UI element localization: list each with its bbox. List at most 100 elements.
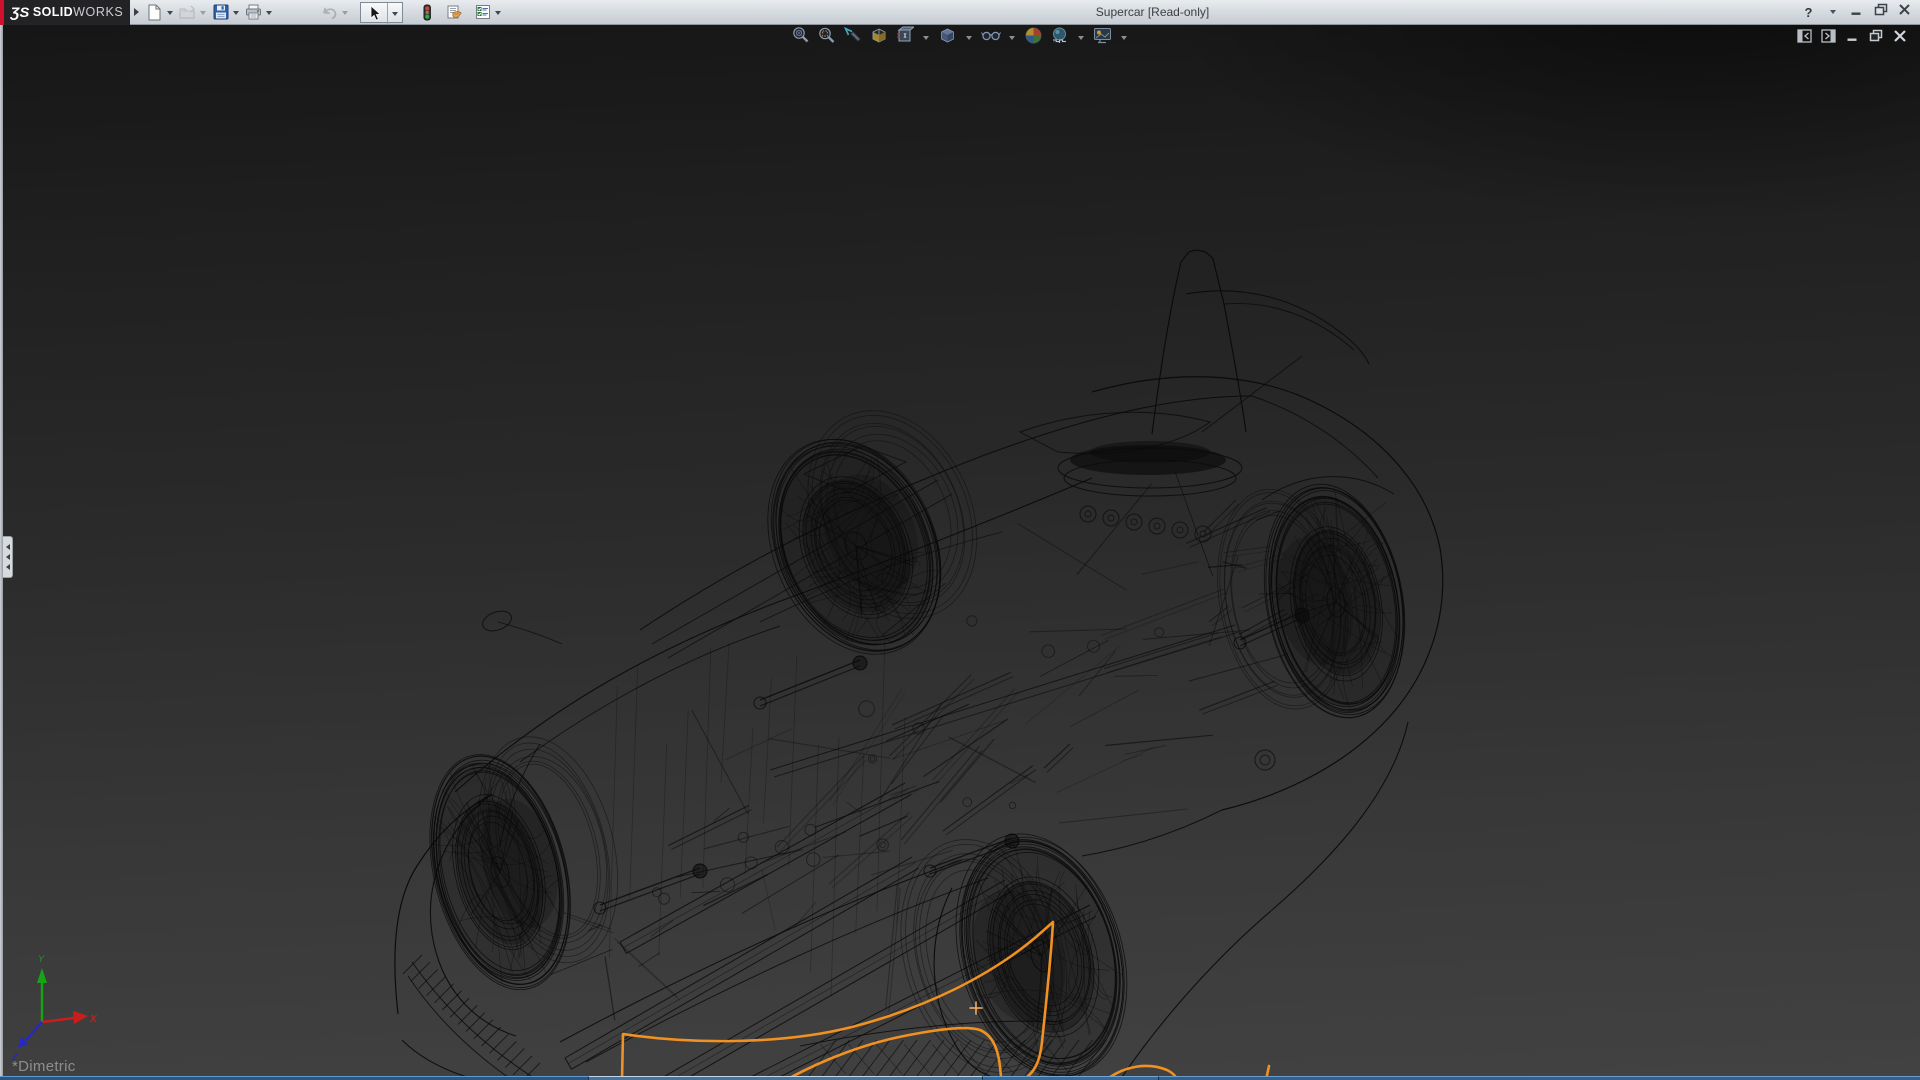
reference-triad: YXZ: [11, 954, 98, 1063]
select-arrow-icon: [367, 5, 382, 22]
apply-scene-dropdown[interactable]: [1076, 28, 1086, 47]
selected-sketch[interactable]: [622, 922, 1269, 1076]
menu-expand-arrow[interactable]: [130, 0, 143, 25]
previous-view-button[interactable]: [843, 28, 862, 47]
document-minimize-button[interactable]: [1844, 30, 1860, 46]
save-dropdown[interactable]: [230, 2, 242, 23]
dropdown-arrow-icon: [200, 11, 206, 18]
zoom-area-icon: [817, 26, 836, 50]
print-icon: [245, 4, 262, 20]
hide-show-icon: [981, 27, 1001, 49]
options-button[interactable]: [473, 2, 492, 23]
main-toolbar: [143, 0, 504, 25]
dropdown-arrow-icon: [392, 12, 398, 19]
svg-text:X: X: [89, 1014, 98, 1025]
open-folder-icon: [179, 5, 196, 20]
section-view-button[interactable]: [869, 28, 888, 47]
3ds-logo-icon: ƷS: [11, 4, 30, 20]
file-properties-button[interactable]: [445, 2, 464, 23]
document-pane-previous-button[interactable]: [1796, 30, 1812, 46]
options-icon: [475, 4, 491, 20]
print-dropdown[interactable]: [263, 2, 275, 23]
minimize-icon: [1846, 29, 1859, 47]
document-window-controls: [1796, 30, 1908, 46]
save-icon: [213, 4, 229, 20]
select-dropdown[interactable]: [387, 3, 402, 24]
view-settings-button[interactable]: [1093, 28, 1112, 47]
view-orientation-button[interactable]: [895, 28, 914, 47]
new-document-button[interactable]: [145, 2, 164, 23]
view-settings-dropdown[interactable]: [1119, 28, 1129, 47]
taskbar-segment[interactable]: [1158, 1076, 1920, 1080]
dropdown-arrow-icon: [266, 11, 272, 18]
pane-previous-icon: [1797, 29, 1812, 48]
document-pane-next-button[interactable]: [1820, 30, 1836, 46]
right-arrow-icon: [134, 8, 143, 16]
close-button[interactable]: [1897, 3, 1912, 21]
new-document-dropdown[interactable]: [164, 2, 176, 23]
print-button[interactable]: [244, 2, 263, 23]
document-restore-button[interactable]: [1868, 30, 1884, 46]
close-icon: [1898, 3, 1911, 21]
dropdown-arrow-icon: [1121, 36, 1127, 43]
wireframe-car-model[interactable]: [395, 250, 1443, 1076]
section-view-icon: [869, 26, 888, 50]
apply-scene-button[interactable]: [1050, 28, 1069, 47]
featuremanager-collapsed-tab[interactable]: [3, 536, 13, 578]
pane-next-icon: [1821, 29, 1836, 48]
left-arrow-icon: [3, 544, 10, 550]
open-document-dropdown[interactable]: [197, 2, 209, 23]
help-button[interactable]: ?: [1801, 3, 1816, 21]
brand-red-strip: [0, 0, 4, 25]
dropdown-arrow-icon: [966, 36, 972, 43]
minimize-icon: [1850, 3, 1863, 21]
edit-appearance-icon: [1024, 26, 1043, 50]
open-document-button[interactable]: [178, 2, 197, 23]
zoom-to-fit-button[interactable]: [791, 28, 810, 47]
document-title: Supercar [Read-only]: [504, 5, 1801, 19]
undo-dropdown[interactable]: [339, 2, 351, 23]
hide-show-items-button[interactable]: [981, 28, 1000, 47]
solidworks-logo: ƷS SOLID WORKS: [0, 0, 130, 25]
view-orientation-icon: [895, 26, 914, 50]
dropdown-arrow-icon: [167, 11, 173, 18]
titlebar: ƷS SOLID WORKS Supercar [Read-only] ?: [0, 0, 1920, 25]
minimize-button[interactable]: [1849, 3, 1864, 21]
display-style-dropdown[interactable]: [964, 28, 974, 47]
restore-button[interactable]: [1873, 3, 1888, 21]
graphics-area[interactable]: YXZ: [0, 25, 1920, 1076]
help-dropdown[interactable]: [1825, 3, 1840, 21]
headsup-view-toolbar: [791, 28, 1129, 47]
restore-icon: [1869, 29, 1883, 47]
restore-icon: [1874, 3, 1888, 21]
rebuild-button[interactable]: [417, 2, 436, 23]
graphics-viewport[interactable]: YXZ *Dimetric: [0, 25, 1920, 1076]
file-properties-icon: [446, 4, 463, 20]
options-dropdown[interactable]: [492, 2, 504, 23]
display-style-button[interactable]: [938, 28, 957, 47]
apply-scene-icon: [1050, 26, 1069, 50]
edit-appearance-button[interactable]: [1024, 28, 1043, 47]
dropdown-arrow-icon: [1078, 36, 1084, 43]
taskbar[interactable]: [0, 1076, 1920, 1080]
taskbar-segment[interactable]: [0, 1076, 588, 1080]
view-orientation-dropdown[interactable]: [921, 28, 931, 47]
dropdown-arrow-icon: [495, 11, 501, 18]
zoom-to-area-button[interactable]: [817, 28, 836, 47]
undo-icon: [321, 5, 338, 20]
previous-view-icon: [843, 26, 862, 50]
close-icon: [1893, 29, 1907, 48]
hide-show-items-dropdown[interactable]: [1007, 28, 1017, 47]
save-button[interactable]: [211, 2, 230, 23]
dropdown-arrow-icon: [233, 11, 239, 18]
taskbar-segment[interactable]: [588, 1076, 982, 1080]
svg-text:Y: Y: [38, 954, 45, 964]
help-icon: ?: [1805, 5, 1813, 20]
brand-works: WORKS: [73, 5, 123, 19]
brand-solid: SOLID: [33, 5, 73, 19]
document-close-button[interactable]: [1892, 30, 1908, 46]
window-controls: ?: [1801, 3, 1912, 21]
select-button[interactable]: [361, 3, 387, 24]
undo-button[interactable]: [320, 2, 339, 23]
taskbar-segment[interactable]: [982, 1076, 1158, 1080]
